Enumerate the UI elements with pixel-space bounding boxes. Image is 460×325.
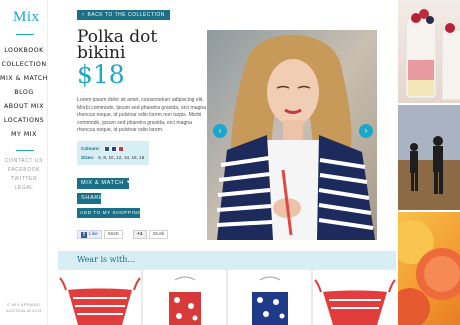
logo-divider [16, 34, 34, 35]
sizes-row: Sizes: 6, 8, 10, 12, 14, 16, 18 [81, 153, 145, 162]
social-bar: f Like 564K +1 29.6k [77, 230, 178, 239]
nav-item-about[interactable]: ABOUT MIX [0, 100, 48, 114]
google-plus-button[interactable]: +1 [133, 230, 147, 239]
subnav-twitter[interactable]: TWITTER [0, 175, 48, 184]
subnav-contact[interactable]: CONTACT US [0, 157, 48, 166]
beach-photo[interactable] [398, 105, 460, 210]
facebook-like-label: Like [89, 232, 98, 237]
facebook-like-button[interactable]: f Like [77, 230, 102, 239]
colour-swatch-navy[interactable] [103, 145, 110, 152]
product-description: Lorem ipsum dolor sit amet, consectetuer… [77, 97, 207, 134]
options-box: Colours: Sizes: 6, 8, 10, 12, 14, 16, 18 [77, 141, 149, 165]
copyright: © MIX APPAREL AUSTRALIA 2011 [0, 302, 48, 314]
main-nav: LOOKBOOK COLLECTION MIX & MATCH BLOG ABO… [0, 44, 48, 142]
wear-with-item[interactable] [143, 270, 226, 325]
red-floral-top-image [169, 276, 201, 325]
lifestyle-column [398, 0, 460, 325]
mix-match-label: MIX & MATCH [81, 180, 124, 186]
colour-swatch-blue[interactable] [110, 145, 117, 152]
dessert-image [405, 9, 460, 101]
wear-with-title: Wear is with... [77, 255, 136, 264]
citrus-photo[interactable] [398, 212, 460, 325]
nav-item-blog[interactable]: BLOG [0, 86, 48, 100]
chevron-right-icon: › [364, 126, 368, 135]
wear-with-item[interactable] [228, 270, 311, 325]
chevron-left-icon: ‹ [82, 12, 85, 18]
product-price: $18 [77, 60, 125, 89]
red-striped-bikini-image [59, 277, 141, 325]
colours-label: Colours: [81, 146, 100, 151]
sizes-label: Sizes: [81, 155, 95, 160]
product-panel: ‹ BACK TO THE COLLECTION Polka dot bikini… [58, 0, 396, 325]
nav-item-locations[interactable]: LOCATIONS [0, 114, 48, 128]
chevron-left-icon: ‹ [218, 126, 222, 135]
subnav-facebook[interactable]: FACEBOOK [0, 166, 48, 175]
beach-image [398, 105, 460, 210]
wear-with-item[interactable] [313, 270, 396, 325]
heart-icon: ❤ [126, 180, 133, 186]
product-title: Polka dot bikini [77, 27, 158, 63]
gallery-prev-button[interactable]: ‹ [213, 124, 227, 138]
colour-swatch-red[interactable] [117, 145, 124, 152]
gallery-next-button[interactable]: › [359, 124, 373, 138]
product-hero-image [207, 30, 377, 240]
facebook-like-count: 564K [103, 230, 124, 239]
add-to-shopping-list-button[interactable]: ADD TO MY SHOPPING LIST [77, 208, 155, 218]
nav-item-collection[interactable]: COLLECTION [0, 58, 48, 72]
sidebar: Mix LOOKBOOK COLLECTION MIX & MATCH BLOG… [0, 0, 48, 325]
share-button[interactable]: SHARE [77, 193, 103, 204]
wear-with-list [58, 270, 396, 325]
google-plus-count: 29.6k [148, 230, 169, 239]
citrus-image [398, 220, 460, 325]
nav-item-lookbook[interactable]: LOOKBOOK [0, 44, 48, 58]
blue-floral-top-image [252, 276, 288, 325]
mix-match-button[interactable]: MIX & MATCH ❤ [77, 178, 133, 189]
subnav-legal[interactable]: LEGAL [0, 184, 48, 193]
secondary-nav: CONTACT US FACEBOOK TWITTER LEGAL [0, 157, 48, 193]
red-bikini-bottom-image [314, 279, 396, 325]
colours-row: Colours: [81, 144, 145, 153]
back-button-label: BACK TO THE COLLECTION [87, 12, 165, 18]
site-logo[interactable]: Mix [13, 9, 40, 26]
facebook-icon: f [81, 231, 87, 238]
sizes-value: 6, 8, 10, 12, 14, 16, 18 [98, 155, 145, 160]
back-to-collection-button[interactable]: ‹ BACK TO THE COLLECTION [77, 10, 170, 20]
nav-item-mix-match[interactable]: MIX & MATCH [0, 72, 48, 86]
model-photo [207, 30, 377, 240]
wear-with-item[interactable] [58, 270, 141, 325]
nav-item-my-mix[interactable]: MY MIX [0, 128, 48, 142]
dessert-photo[interactable] [398, 0, 460, 103]
copyright-line-2: AUSTRALIA 2011 [6, 308, 42, 313]
nav-divider [16, 150, 34, 151]
